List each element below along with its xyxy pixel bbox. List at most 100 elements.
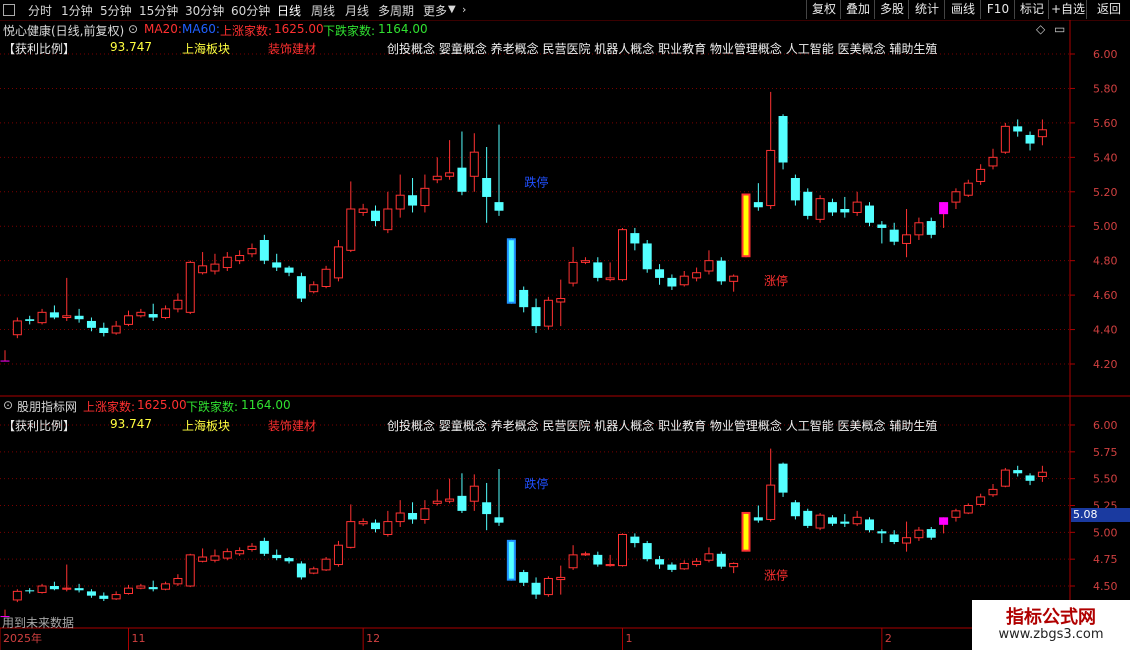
top-down-candle [99, 327, 109, 333]
bottom-up-count-value: 1625.00 [137, 398, 187, 412]
profit-ratio-label: 【获利比例】 [3, 42, 76, 56]
bottom-profit-ratio-label: 【获利比例】 [3, 419, 76, 433]
top-up-candle [704, 260, 714, 272]
top-up-candle [185, 261, 195, 313]
top-tick-label: 4.20 [1093, 358, 1118, 371]
top-down-candle [272, 262, 282, 268]
bottom-up-candle [62, 587, 72, 590]
top-down-candle [827, 202, 837, 213]
top-up-candle [1000, 125, 1010, 153]
top-down-candle [865, 205, 874, 223]
top-down-candle [86, 320, 96, 328]
bottom-up-candle [346, 521, 356, 548]
top-up-candle [815, 198, 825, 220]
x-axis: 2025年 11 12 1 2 [0, 628, 892, 650]
bottom-up-candle [988, 488, 998, 496]
top-down-candle [457, 167, 467, 192]
top-limit-down-inner [508, 240, 514, 302]
current-price-tag: 5.08 [1071, 508, 1130, 522]
settings-circle-icon[interactable]: ⊙ [128, 22, 138, 36]
bottom-up-candle [963, 505, 973, 514]
top-down-candle [371, 210, 380, 222]
bottom-up-candle [432, 500, 442, 504]
bottom-down-candle [827, 517, 837, 524]
candlestick-chart[interactable]: 6.00 5.80 5.60 5.40 5.20 5.00 4.80 4.60 4.40 4.20… [0, 0, 1130, 650]
bottom-down-candle [25, 590, 35, 592]
bottom-up-candle [111, 594, 121, 600]
bottom-down-candle [519, 572, 529, 583]
bottom-tick-label: 4.75 [1093, 553, 1118, 566]
top-up-candle [321, 268, 331, 287]
bottom-down-candle [296, 563, 306, 578]
top-down-candle [74, 315, 84, 320]
bottom-up-candle [729, 562, 739, 568]
bottom-up-candle [358, 521, 368, 525]
bottom-up-candle [902, 537, 912, 544]
top-up-candle [951, 191, 961, 203]
bottom-down-candle [494, 517, 504, 523]
top-up-candle [198, 265, 208, 274]
top-tick-label: 6.00 [1093, 48, 1118, 61]
top-down-candle [667, 277, 677, 287]
panel-maximize-icon[interactable]: ▭ [1054, 22, 1065, 36]
bottom-down-candle [1025, 475, 1035, 481]
top-up-candle [469, 151, 479, 177]
up-count-value: 1625.00 [274, 22, 324, 36]
top-tick-label: 4.60 [1093, 289, 1118, 302]
bottom-down-count-label: 下跌家数: [186, 400, 239, 414]
bottom-up-candle [1037, 471, 1047, 478]
bottom-up-candle [914, 529, 924, 539]
panel-menu-icon[interactable]: ◇ [1036, 22, 1045, 36]
top-down-candle [926, 221, 936, 235]
bottom-panel-title: 股朋指标网 [17, 400, 78, 414]
bottom-down-candle [99, 595, 109, 599]
top-up-candle [235, 255, 245, 262]
industry-label: 装饰建材 [268, 42, 317, 56]
top-up-candle [247, 248, 257, 255]
chart-frame [0, 20, 1130, 650]
top-up-candle [902, 234, 912, 244]
up-count-label: 上涨家数: [220, 24, 273, 38]
top-tick-label: 5.20 [1093, 186, 1118, 199]
top-limit-up-inner [743, 195, 749, 256]
bottom-up-candle [173, 577, 183, 585]
top-up-candle [580, 260, 590, 263]
watermark-title: 指标公式网 [1006, 607, 1096, 628]
x-axis-label: 11 [132, 632, 146, 645]
bottom-up-candle [185, 554, 195, 587]
bottom-down-candle [86, 591, 96, 596]
top-panel-title: 悦心健康(日线,前复权) [3, 24, 125, 38]
bottom-profit-ratio-value: 93.747 [110, 417, 152, 431]
bottom-limit-up-inner [743, 513, 749, 550]
bottom-up-candle [815, 514, 825, 529]
bottom-up-candle [852, 516, 862, 525]
top-tick-label: 4.40 [1093, 324, 1118, 337]
top-limit-down-label: 跌停 [524, 174, 548, 189]
top-down-candle [284, 267, 294, 273]
top-down-candle [753, 202, 763, 208]
bottom-up-candle [605, 564, 615, 567]
bottom-up-candle [420, 508, 430, 520]
bottom-up-candle [383, 521, 393, 535]
bottom-down-candle [865, 519, 874, 531]
top-down-candle [296, 276, 306, 299]
top-up-candle [111, 325, 121, 334]
ma60-label: MA60: [182, 22, 220, 36]
top-down-candle [408, 195, 418, 206]
bottom-down-candle [408, 513, 418, 520]
bottom-up-candle [210, 555, 220, 561]
top-up-candle [692, 272, 702, 279]
bottom-settings-circle-icon[interactable]: ⊙ [3, 398, 13, 412]
top-down-candle [259, 240, 269, 261]
top-tick-label: 5.00 [1093, 220, 1118, 233]
bottom-up-count-label: 上涨家数: [83, 400, 136, 414]
bottom-tick-label: 4.50 [1093, 580, 1118, 593]
bottom-tick-label: 5.50 [1093, 473, 1118, 486]
bottom-up-candle [309, 568, 319, 574]
ma20-label: MA20: [144, 22, 182, 36]
bottom-down-candle [482, 502, 492, 515]
top-up-candle [37, 311, 47, 324]
x-axis-label: 2 [885, 632, 892, 645]
bottom-down-candle [790, 502, 800, 517]
bottom-down-candle [49, 586, 59, 590]
